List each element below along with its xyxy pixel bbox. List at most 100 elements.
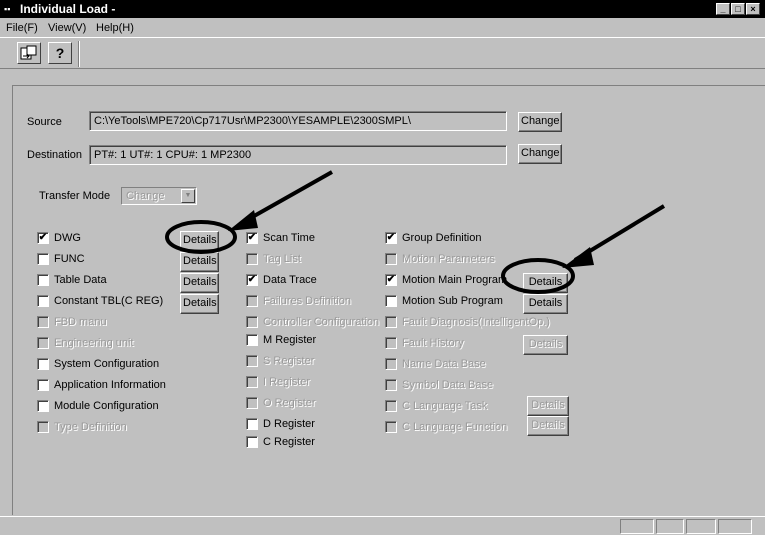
- checkbox-label: Motion Sub Program: [402, 295, 503, 307]
- checkbox-label: FBD manu: [54, 316, 107, 328]
- checkbox-fbd-manu: FBD manu: [37, 315, 157, 329]
- check-box: [385, 316, 397, 328]
- destination-change-button[interactable]: Change: [518, 144, 562, 164]
- checkbox-motion-main-program[interactable]: ✔ Motion Main Program: [385, 273, 520, 287]
- check-box: [385, 295, 397, 307]
- details-button-constant-tbl[interactable]: Details: [180, 294, 219, 314]
- checkbox-label: O Register: [263, 397, 316, 409]
- checkbox-label: Symbol Data Base: [402, 379, 494, 391]
- checkbox-label: D Register: [263, 418, 315, 430]
- status-pane-3: [686, 519, 716, 534]
- checkbox-label: Fault Diagnosis(IntelligentOp.): [402, 316, 550, 328]
- main-panel: Source C:\YeTools\MPE720\Cp717Usr\MP2300…: [12, 85, 765, 515]
- check-box: [246, 253, 258, 265]
- checkbox-label: C Register: [263, 436, 315, 448]
- check-box: [385, 358, 397, 370]
- checkbox-group-definition[interactable]: ✔ Group Definition: [385, 231, 515, 245]
- menu-view[interactable]: View(V): [48, 22, 86, 34]
- checkbox-label: Constant TBL(C REG): [54, 295, 164, 307]
- checkbox-label: Motion Parameters: [402, 253, 495, 265]
- checkbox-label: Fault History: [402, 337, 464, 349]
- checkbox-label: Type Definition: [54, 421, 127, 433]
- checkbox-failures-definition: Failures Definition: [246, 294, 376, 308]
- details-button-c-task: Details: [527, 396, 569, 416]
- checkbox-motion-parameters: Motion Parameters: [385, 252, 515, 266]
- checkbox-application-information[interactable]: Application Information: [37, 378, 187, 392]
- source-change-button[interactable]: Change: [518, 112, 562, 132]
- checkbox-s-register: S Register: [246, 354, 356, 368]
- checkbox-c-language-task: C Language Task: [385, 399, 515, 413]
- checkbox-label: C Language Function: [402, 421, 508, 433]
- checkbox-m-register[interactable]: M Register: [246, 333, 356, 347]
- source-path-field: C:\YeTools\MPE720\Cp717Usr\MP2300\YESAMP…: [89, 111, 507, 131]
- checkbox-motion-sub-program[interactable]: Motion Sub Program: [385, 294, 520, 308]
- check-box: [37, 295, 49, 307]
- checkbox-label: Table Data: [54, 274, 107, 286]
- checkbox-label: Failures Definition: [263, 295, 352, 307]
- check-box: [246, 376, 258, 388]
- destination-field: PT#: 1 UT#: 1 CPU#: 1 MP2300: [89, 145, 507, 165]
- checkbox-label: Group Definition: [402, 232, 482, 244]
- checkbox-d-register[interactable]: D Register: [246, 417, 356, 431]
- status-pane-4: [718, 519, 752, 534]
- checkbox-func[interactable]: FUNC: [37, 252, 157, 266]
- title-bar: ▪▪ Individual Load - _ □ ×: [0, 0, 765, 18]
- checkbox-label: Controller Configuration: [263, 316, 380, 328]
- transfer-mode-value: Change: [126, 190, 165, 202]
- checkbox-label: Application Information: [54, 379, 166, 391]
- source-label: Source: [27, 116, 62, 128]
- checkbox-fault-history: Fault History: [385, 336, 505, 350]
- close-icon[interactable]: ×: [746, 3, 760, 15]
- checkbox-label: Engineering unit: [54, 337, 134, 349]
- checkbox-label: C Language Task: [402, 400, 488, 412]
- checkbox-label: DWG: [54, 232, 81, 244]
- checkbox-constant-tbl[interactable]: Constant TBL(C REG): [37, 294, 172, 308]
- checkbox-module-configuration[interactable]: Module Configuration: [37, 399, 182, 413]
- chevron-down-icon[interactable]: ▼: [181, 189, 195, 203]
- check-box: [37, 358, 49, 370]
- minimize-icon[interactable]: _: [716, 3, 730, 15]
- checkbox-label: Scan Time: [263, 232, 315, 244]
- details-button-fault-history: Details: [523, 335, 568, 355]
- checkbox-scan-time[interactable]: ✔ Scan Time: [246, 231, 356, 245]
- details-button-motion-sub[interactable]: Details: [523, 294, 568, 314]
- check-box: ✔: [385, 274, 397, 286]
- checkbox-system-configuration[interactable]: System Configuration: [37, 357, 177, 371]
- maximize-icon[interactable]: □: [731, 3, 745, 15]
- check-box: [385, 400, 397, 412]
- checkbox-tag-list: Tag List: [246, 252, 356, 266]
- check-box: ✔: [246, 274, 258, 286]
- check-box: [37, 337, 49, 349]
- app-icon: ▪▪: [4, 4, 11, 14]
- checkbox-label: Data Trace: [263, 274, 317, 286]
- checkbox-table-data[interactable]: Table Data: [37, 273, 157, 287]
- check-box: [37, 316, 49, 328]
- checkbox-c-register[interactable]: C Register: [246, 435, 356, 449]
- check-box: [37, 274, 49, 286]
- checkbox-label: S Register: [263, 355, 315, 367]
- check-box: ✔: [385, 232, 397, 244]
- load-button[interactable]: [17, 42, 41, 64]
- check-box: [385, 379, 397, 391]
- check-box: [37, 253, 49, 265]
- status-pane-1: [620, 519, 654, 534]
- checkbox-label: Module Configuration: [54, 400, 159, 412]
- help-button[interactable]: ?: [48, 42, 72, 64]
- details-button-func[interactable]: Details: [180, 252, 219, 272]
- details-button-dwg[interactable]: Details: [180, 231, 219, 251]
- transfer-mode-label: Transfer Mode: [39, 190, 111, 202]
- toolbar: ?: [0, 37, 765, 69]
- check-box: [37, 400, 49, 412]
- menu-file[interactable]: File(F): [6, 22, 38, 34]
- transfer-mode-select[interactable]: Change ▼: [121, 187, 197, 205]
- checkbox-data-trace[interactable]: ✔ Data Trace: [246, 273, 356, 287]
- check-box: [37, 421, 49, 433]
- window-title: Individual Load -: [20, 2, 116, 16]
- menu-help[interactable]: Help(H): [96, 22, 134, 34]
- check-box: [385, 253, 397, 265]
- details-button-table-data[interactable]: Details: [180, 273, 219, 293]
- checkbox-label: M Register: [263, 334, 317, 346]
- details-button-motion-main[interactable]: Details: [523, 273, 568, 293]
- check-box: [246, 334, 258, 346]
- checkbox-dwg[interactable]: ✔ DWG: [37, 231, 157, 245]
